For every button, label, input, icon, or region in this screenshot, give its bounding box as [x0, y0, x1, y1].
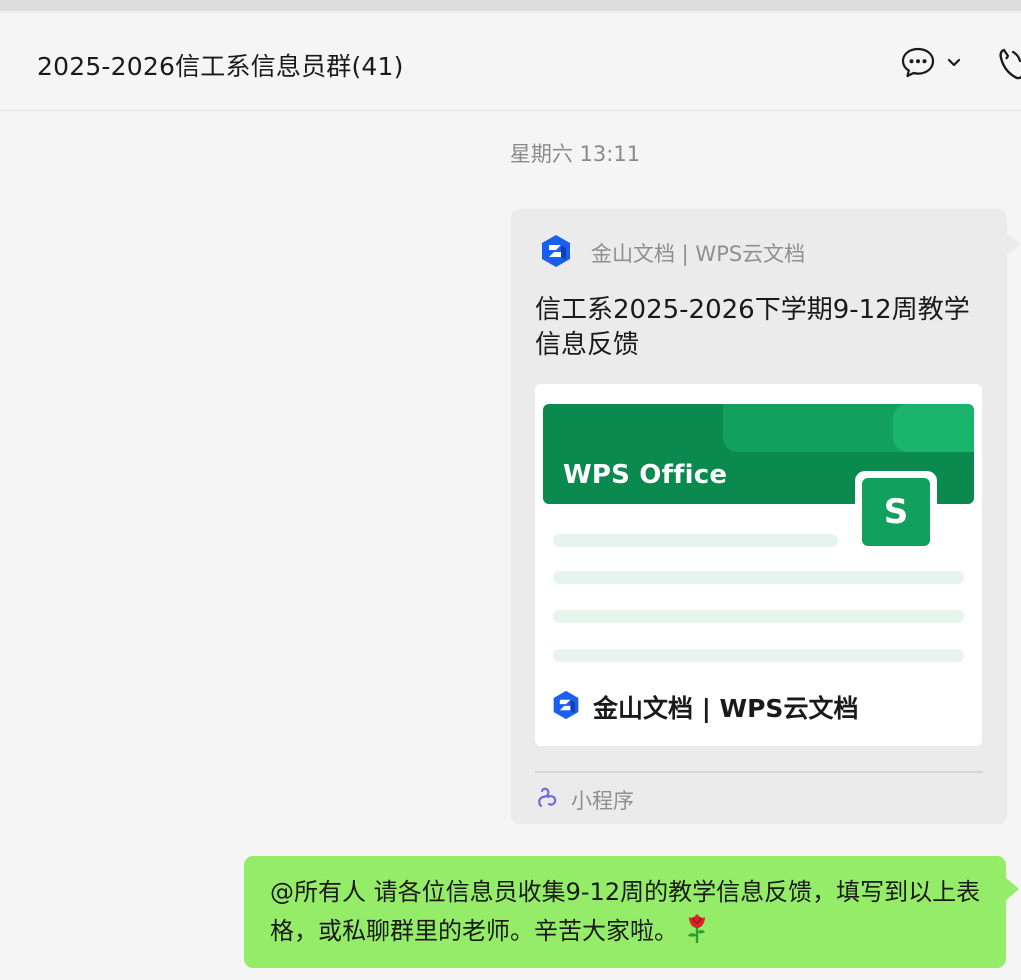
mini-program-icon: [537, 786, 559, 814]
card-divider: [535, 771, 983, 773]
kingsoft-docs-logo-icon: [551, 689, 581, 725]
text-message-bubble[interactable]: @所有人 请各位信息员收集9-12周的教学信息反馈，填写到以上表格，或私聊群里的…: [244, 856, 1006, 968]
card-kind-label: 小程序: [571, 789, 634, 813]
chat-more-icon[interactable]: [900, 46, 936, 84]
text-bubble-tail: [1005, 877, 1019, 901]
placeholder-line: [553, 610, 964, 623]
card-kind: 小程序: [537, 783, 634, 817]
spreadsheet-icon: S: [855, 471, 937, 551]
chevron-down-icon[interactable]: [946, 54, 962, 73]
message-timestamp: 星期六 13:11: [509, 142, 641, 166]
card-bubble-tail: [1006, 232, 1021, 256]
banner-highlight: [893, 404, 974, 452]
chat-header: 2025-2026信工系信息员群(41): [0, 13, 1021, 111]
card-source: 金山文档 | WPS云文档: [539, 233, 805, 273]
placeholder-line: [553, 649, 964, 662]
banner-text: WPS Office: [563, 460, 728, 490]
mini-program-card[interactable]: 金山文档 | WPS云文档 信工系2025-2026下学期9-12周教学信息反馈…: [511, 209, 1007, 824]
card-source-name: 金山文档 | WPS云文档: [591, 242, 806, 266]
window-top-edge: [0, 0, 1021, 13]
chat-title: 2025-2026信工系信息员群(41): [37, 52, 404, 81]
kingsoft-docs-logo-icon: [539, 233, 573, 273]
preview-footer-text: 金山文档 | WPS云文档: [593, 694, 859, 723]
placeholder-line: [553, 534, 838, 547]
message-text: @所有人 请各位信息员收集9-12周的教学信息反馈，填写到以上表格，或私聊群里的…: [270, 878, 981, 945]
placeholder-line: [553, 571, 964, 584]
spreadsheet-letter: S: [862, 478, 930, 546]
card-preview-image: WPS Office S 金山文档 | WPS云文档: [535, 384, 982, 746]
rose-icon: [684, 911, 710, 956]
preview-footer: 金山文档 | WPS云文档: [551, 684, 858, 730]
card-title: 信工系2025-2026下学期9-12周教学信息反馈: [535, 295, 970, 360]
voice-call-icon[interactable]: [998, 46, 1021, 86]
